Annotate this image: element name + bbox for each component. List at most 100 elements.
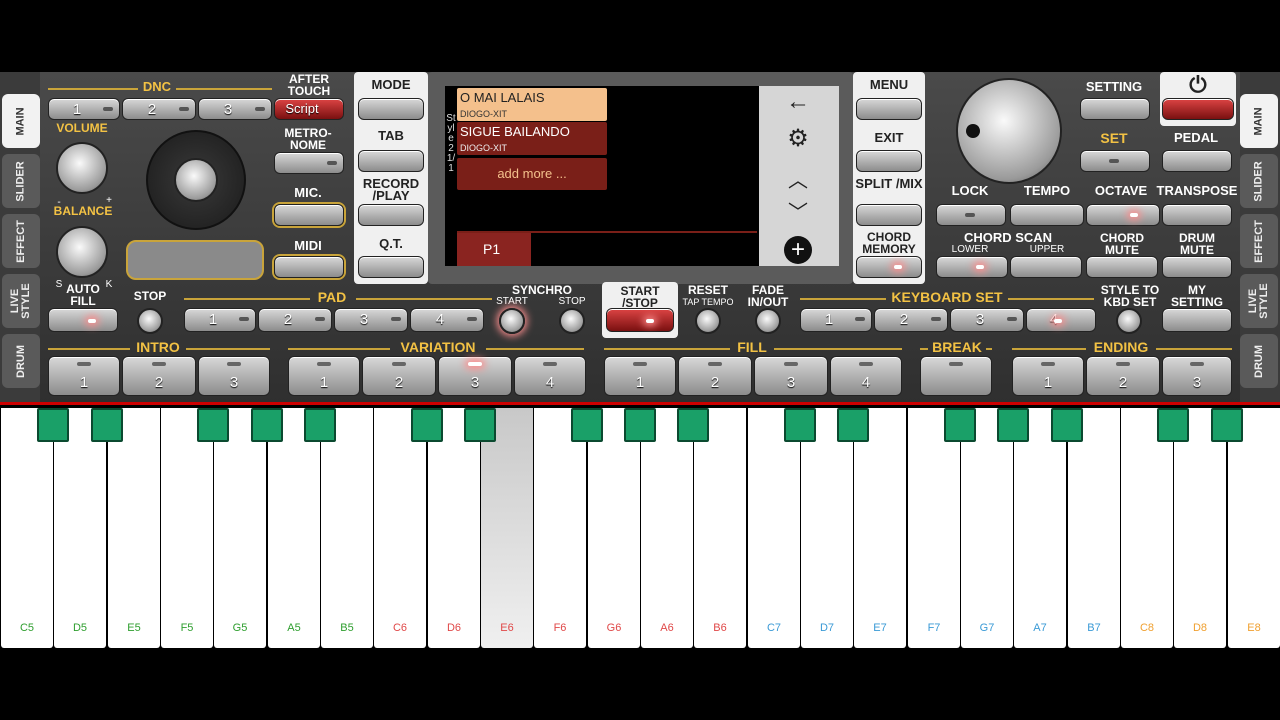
midi-button[interactable]: [274, 256, 344, 278]
white-key[interactable]: D7: [801, 408, 853, 648]
pad-stop-button[interactable]: [137, 308, 163, 334]
tab-drum-left[interactable]: DRUM: [2, 334, 40, 388]
pad-2-button[interactable]: 2: [258, 308, 332, 332]
white-key[interactable]: B7: [1068, 408, 1120, 648]
kbd-set-1-button[interactable]: 1: [800, 308, 872, 332]
menu-button[interactable]: [856, 98, 922, 120]
white-key[interactable]: B6: [694, 408, 746, 648]
transpose-button[interactable]: [1162, 204, 1232, 226]
lock-button[interactable]: [936, 204, 1006, 226]
variation-3-button[interactable]: 3: [438, 356, 512, 396]
balance-knob[interactable]: [56, 226, 108, 278]
style-item-2[interactable]: SIGUE BAILANDO DIOGO-XIT: [457, 122, 607, 155]
white-key[interactable]: A7: [1014, 408, 1066, 648]
white-key[interactable]: G5: [214, 408, 266, 648]
black-key[interactable]: [784, 408, 816, 442]
tab-button[interactable]: [358, 150, 424, 172]
black-key[interactable]: [1211, 408, 1243, 442]
white-key[interactable]: C5: [1, 408, 53, 648]
tab-effect-right[interactable]: EFFECT: [1240, 214, 1278, 268]
tab-slider-left[interactable]: SLIDER: [2, 154, 40, 208]
style-to-kbd-button[interactable]: [1116, 308, 1142, 334]
fill-1-button[interactable]: 1: [604, 356, 676, 396]
variation-1-button[interactable]: 1: [288, 356, 360, 396]
fill-3-button[interactable]: 3: [754, 356, 828, 396]
kbd-set-4-button[interactable]: 4: [1026, 308, 1096, 332]
tab-main-left[interactable]: MAIN: [2, 94, 40, 148]
white-key[interactable]: C7: [748, 408, 800, 648]
pad-4-button[interactable]: 4: [410, 308, 484, 332]
tab-effect-left[interactable]: EFFECT: [2, 214, 40, 268]
black-key[interactable]: [197, 408, 229, 442]
ending-1-button[interactable]: 1: [1012, 356, 1084, 396]
start-stop-button[interactable]: [606, 308, 674, 332]
kbd-set-3-button[interactable]: 3: [950, 308, 1024, 332]
drum-mute-button[interactable]: [1162, 256, 1232, 278]
white-key[interactable]: D8: [1174, 408, 1226, 648]
black-key[interactable]: [624, 408, 656, 442]
black-key[interactable]: [464, 408, 496, 442]
tempo-button[interactable]: [1010, 204, 1084, 226]
chord-memory-button[interactable]: [856, 256, 922, 278]
white-key[interactable]: E8: [1228, 408, 1280, 648]
white-key[interactable]: G6: [588, 408, 640, 648]
dnc-2-button[interactable]: 2: [122, 98, 196, 120]
white-key[interactable]: F6: [534, 408, 586, 648]
auto-fill-button[interactable]: [48, 308, 118, 332]
white-key[interactable]: A6: [641, 408, 693, 648]
qt-button[interactable]: [358, 256, 424, 278]
set-button[interactable]: [1080, 150, 1150, 172]
pad-3-button[interactable]: 3: [334, 308, 408, 332]
power-icon[interactable]: ⏻: [1160, 74, 1236, 96]
kbd-set-2-button[interactable]: 2: [874, 308, 948, 332]
fill-4-button[interactable]: 4: [830, 356, 902, 396]
intro-2-button[interactable]: 2: [122, 356, 196, 396]
white-key[interactable]: C8: [1121, 408, 1173, 648]
joystick-pad[interactable]: [146, 130, 246, 230]
white-key[interactable]: B5: [321, 408, 373, 648]
intro-3-button[interactable]: 3: [198, 356, 270, 396]
synchro-stop-button[interactable]: [559, 308, 585, 334]
ending-2-button[interactable]: 2: [1086, 356, 1160, 396]
black-key[interactable]: [37, 408, 69, 442]
dnc-1-button[interactable]: 1: [48, 98, 120, 120]
reset-button[interactable]: [695, 308, 721, 334]
pedal-button[interactable]: [1162, 150, 1232, 172]
white-key[interactable]: F7: [908, 408, 960, 648]
record-play-button[interactable]: [358, 204, 424, 226]
dnc-3-button[interactable]: 3: [198, 98, 272, 120]
white-key[interactable]: E5: [108, 408, 160, 648]
black-key[interactable]: [411, 408, 443, 442]
black-key[interactable]: [1051, 408, 1083, 442]
intro-1-button[interactable]: 1: [48, 356, 120, 396]
my-setting-button[interactable]: [1162, 308, 1232, 332]
white-key[interactable]: D6: [428, 408, 480, 648]
black-key[interactable]: [91, 408, 123, 442]
setting-button[interactable]: [1080, 98, 1150, 120]
fade-button[interactable]: [755, 308, 781, 334]
mode-button[interactable]: [358, 98, 424, 120]
black-key[interactable]: [677, 408, 709, 442]
volume-knob[interactable]: [56, 142, 108, 194]
exit-button[interactable]: [856, 150, 922, 172]
joystick-knob[interactable]: [174, 158, 218, 202]
chevron-up-icon[interactable]: ︿: [770, 164, 826, 193]
black-key[interactable]: [1157, 408, 1189, 442]
add-icon[interactable]: +: [784, 236, 812, 264]
back-arrow-icon[interactable]: ←: [770, 88, 826, 116]
tab-live-style-left[interactable]: LIVE STYLE: [2, 274, 40, 328]
add-more-button[interactable]: add more ...: [457, 158, 607, 190]
chevron-down-icon[interactable]: ﹀: [770, 196, 826, 225]
white-key[interactable]: E6: [481, 408, 533, 648]
white-key[interactable]: C6: [374, 408, 426, 648]
synchro-start-button[interactable]: [499, 308, 525, 334]
style-item-1[interactable]: O MAI LALAIS DIOGO-XIT: [457, 88, 607, 121]
break-button[interactable]: [920, 356, 992, 396]
gear-icon[interactable]: ⚙: [770, 124, 826, 153]
fill-2-button[interactable]: 2: [678, 356, 752, 396]
main-dial[interactable]: [956, 78, 1062, 184]
chord-scan-upper-button[interactable]: [1010, 256, 1082, 278]
variation-4-button[interactable]: 4: [514, 356, 586, 396]
black-key[interactable]: [251, 408, 283, 442]
script-button[interactable]: Script: [274, 98, 344, 120]
